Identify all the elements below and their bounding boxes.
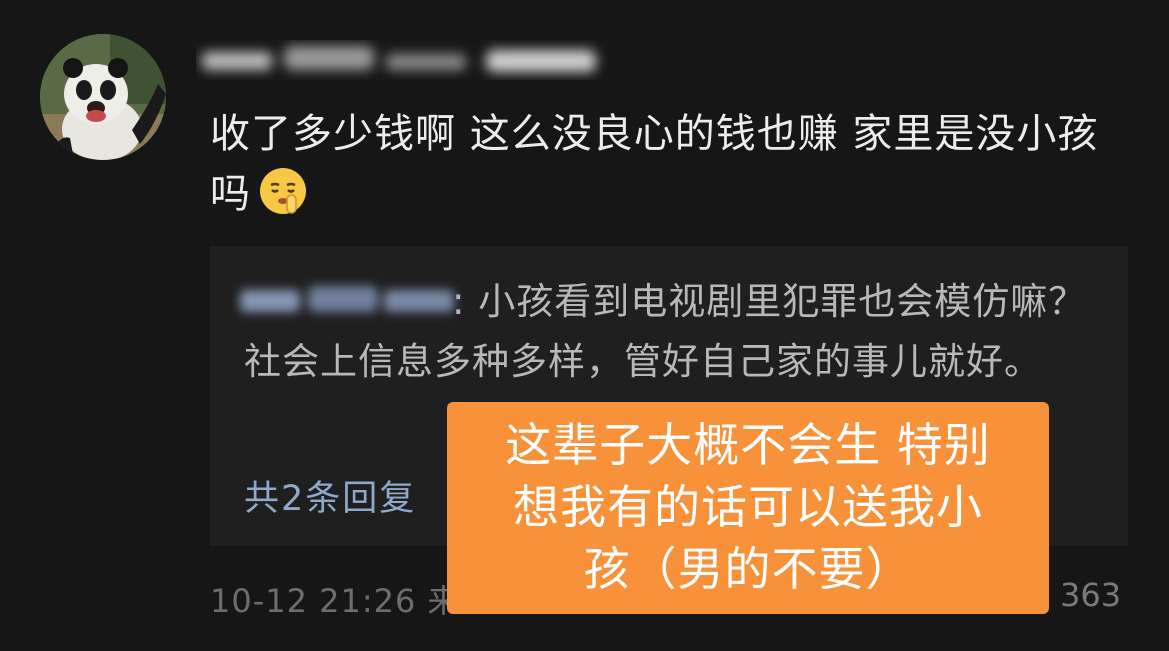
view-replies-link[interactable]: 共2条回复 [244, 470, 416, 521]
reply-content: : 小孩看到电视剧里犯罪也会模仿嘛？社会上信息多种多样，管好自己家的事儿就好。 [244, 280, 1087, 383]
comment-text: 收了多少钱啊 这么没良心的钱也赚 家里是没小孩吗 [210, 111, 1099, 217]
panda-avatar-icon [40, 34, 166, 160]
sticker-line-3: 孩（男的不要） [583, 542, 913, 596]
sticker-line-2: 想我有的话可以送我小 [513, 480, 983, 534]
comment-timestamp: 10-12 21:26 来 [210, 582, 461, 620]
comment-body: 收了多少钱啊 这么没良心的钱也赚 家里是没小孩吗 [210, 104, 1130, 224]
shushing-face-icon [257, 165, 309, 217]
username-redacted [196, 40, 616, 80]
reply-text: : 小孩看到电视剧里犯罪也会模仿嘛？社会上信息多种多样，管好自己家的事儿就好。 [244, 272, 1104, 392]
sticker-annotation: 这辈子大概不会生 特别 想我有的话可以送我小 孩（男的不要） [447, 402, 1049, 614]
like-count[interactable]: 363 [1060, 576, 1121, 614]
sticker-line-1: 这辈子大概不会生 特别 [505, 418, 991, 472]
avatar[interactable] [40, 34, 166, 160]
